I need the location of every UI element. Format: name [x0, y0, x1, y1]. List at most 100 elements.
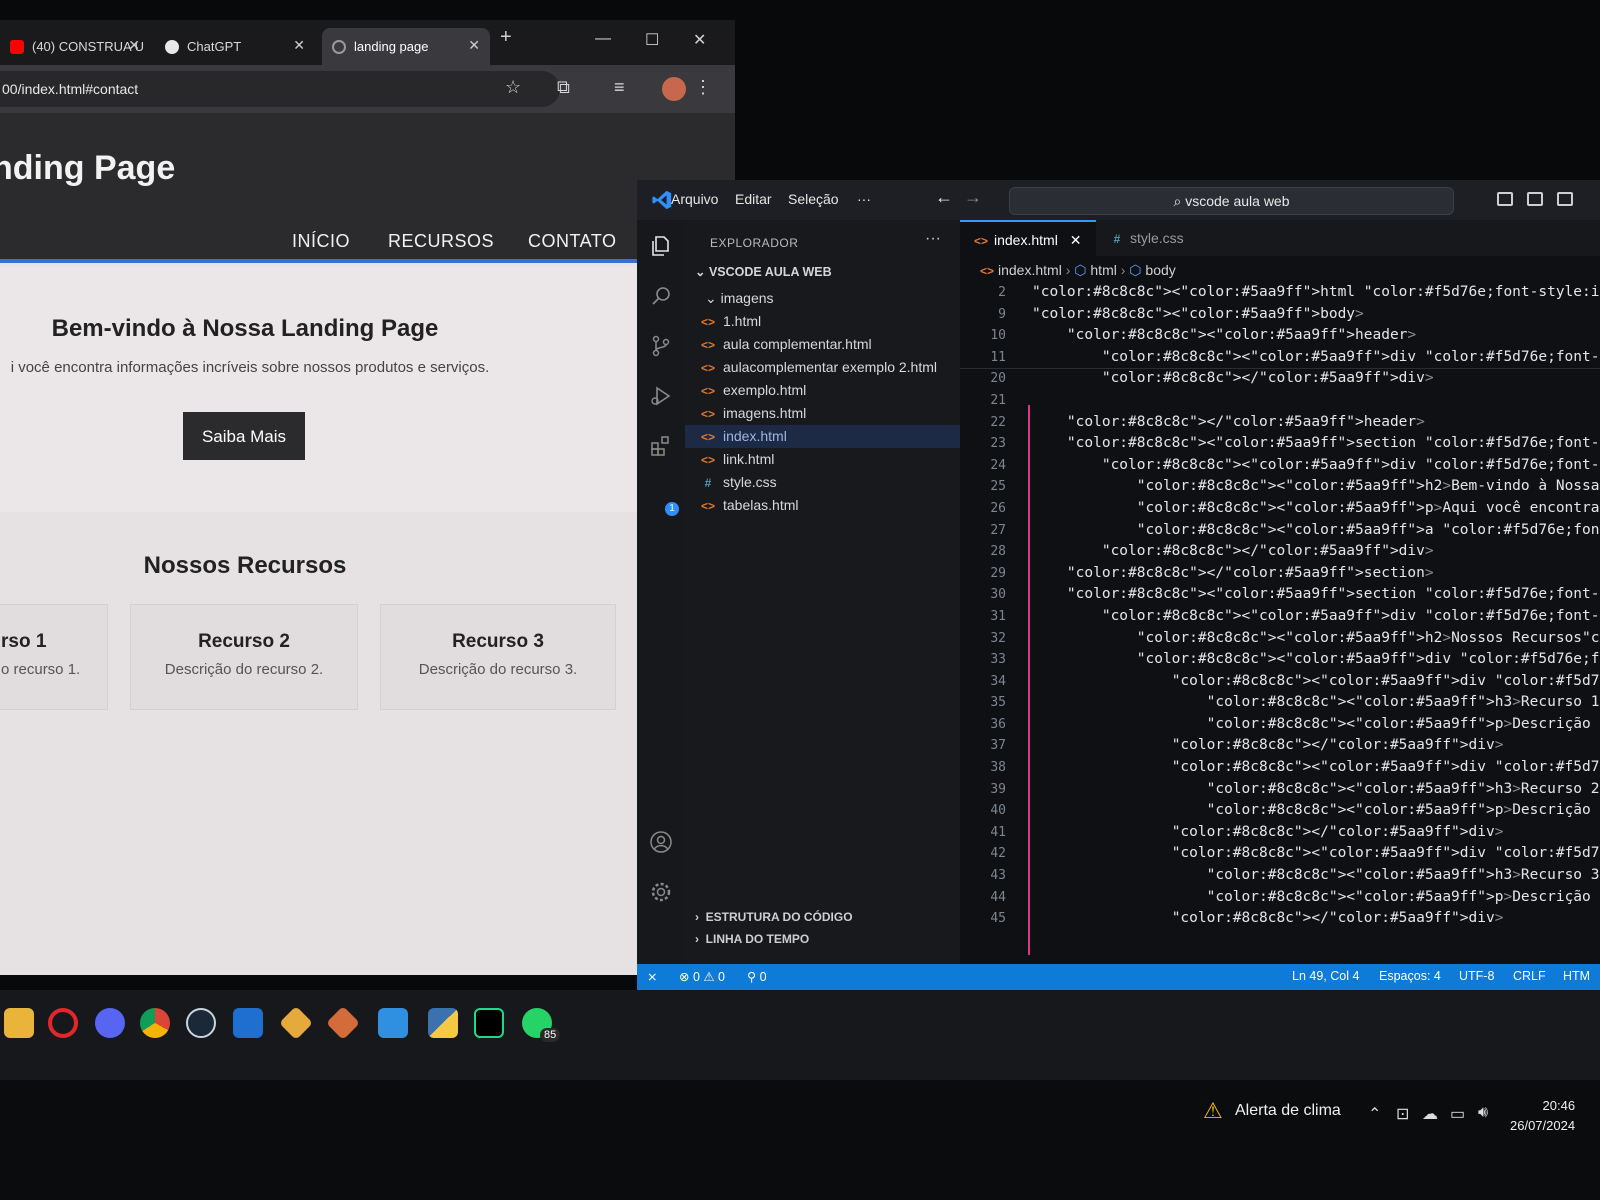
nav-link-contato[interactable]: CONTATO	[528, 231, 617, 252]
browser-menu-icon[interactable]: ⋮	[694, 77, 712, 98]
weather-alert[interactable]: Alerta de clima	[1235, 1102, 1341, 1120]
network-icon[interactable]: ▭	[1450, 1104, 1465, 1124]
code-view[interactable]: "color:#8c8c8c"><"color:#5aa9ff">html "c…	[1032, 282, 1600, 930]
code-line[interactable]: "color:#8c8c8c"><"color:#5aa9ff">h2>Bem-…	[1032, 476, 1600, 498]
nav-link-inicio[interactable]: INÍCIO	[292, 231, 350, 252]
explorer-files-icon[interactable]	[649, 234, 673, 258]
vscode-taskbar-icon[interactable]	[233, 1008, 263, 1038]
url-field[interactable]: 00/index.html#contact	[0, 71, 560, 107]
pycharm-icon[interactable]	[474, 1008, 504, 1038]
close-tab-icon[interactable]: ✕	[293, 37, 305, 54]
source-control-icon[interactable]	[649, 334, 673, 358]
search-icon[interactable]	[649, 284, 673, 308]
chrome-icon[interactable]	[140, 1008, 170, 1038]
encoding-setting[interactable]: UTF-8	[1459, 969, 1494, 983]
code-line[interactable]: "color:#8c8c8c"></"color:#5aa9ff">div>	[1032, 541, 1600, 563]
extensions-icon[interactable]	[649, 434, 673, 458]
editor-tab-style-css[interactable]: # style.css	[1096, 220, 1226, 256]
explorer-more-icon[interactable]: ···	[925, 230, 941, 248]
tree-item-imagens-html[interactable]: <> imagens.html	[685, 402, 960, 425]
tree-item-1-html[interactable]: <> 1.html	[685, 310, 960, 333]
timeline-section-header[interactable]: › LINHA DO TEMPO	[695, 932, 809, 946]
browser-tab-chatgpt[interactable]: ChatGPT ✕	[155, 28, 315, 65]
menu-selecao[interactable]: Seleção	[788, 191, 839, 207]
code-line[interactable]: "color:#8c8c8c"><"color:#5aa9ff">h3>Recu…	[1032, 779, 1600, 801]
tree-item-index-html[interactable]: <> index.html	[685, 425, 960, 448]
tree-item-tabelas[interactable]: <> tabelas.html	[685, 494, 960, 517]
code-line[interactable]: "color:#8c8c8c"><"color:#5aa9ff">html "c…	[1032, 282, 1600, 304]
profile-avatar[interactable]	[662, 77, 686, 101]
menu-editar[interactable]: Editar	[735, 191, 772, 207]
tree-item-aula-complementar[interactable]: <> aula complementar.html	[685, 333, 960, 356]
breadcrumb-file[interactable]: index.html	[998, 262, 1062, 278]
tree-item-style-css[interactable]: # style.css	[685, 471, 960, 494]
code-line[interactable]: "color:#8c8c8c"></"color:#5aa9ff">div>	[1032, 368, 1600, 390]
media-queue-icon[interactable]: ≡	[614, 77, 625, 98]
cursor-position[interactable]: Ln 49, Col 4	[1292, 969, 1359, 983]
code-line[interactable]: "color:#8c8c8c"></"color:#5aa9ff">div>	[1032, 908, 1600, 930]
git-tool-2-icon[interactable]	[326, 1006, 360, 1040]
indentation-setting[interactable]: Espaços: 4	[1379, 969, 1441, 983]
opera-browser-icon[interactable]	[48, 1008, 78, 1038]
code-line[interactable]: "color:#8c8c8c"><"color:#5aa9ff">h3>Recu…	[1032, 692, 1600, 714]
outline-section-header[interactable]: › ESTRUTURA DO CÓDIGO	[695, 910, 853, 924]
remote-indicator-icon[interactable]: ⨯	[647, 969, 657, 984]
close-tab-icon[interactable]: ✕	[128, 37, 140, 54]
ports-indicator[interactable]: ⚲ 0	[747, 969, 767, 984]
code-line[interactable]: "color:#8c8c8c"><"color:#5aa9ff">header>	[1032, 325, 1600, 347]
close-tab-icon[interactable]: ✕	[468, 37, 480, 54]
code-line[interactable]: "color:#8c8c8c"><"color:#5aa9ff">div "co…	[1032, 347, 1600, 369]
code-line[interactable]: "color:#8c8c8c"><"color:#5aa9ff">p>Descr…	[1032, 887, 1600, 909]
bookmark-star-icon[interactable]: ☆	[505, 77, 521, 98]
steam-icon[interactable]	[186, 1008, 216, 1038]
extensions-icon[interactable]: ⧉	[557, 77, 570, 98]
code-line[interactable]: "color:#8c8c8c"><"color:#5aa9ff">div "co…	[1032, 606, 1600, 628]
code-line[interactable]: "color:#8c8c8c"><"color:#5aa9ff">div "co…	[1032, 671, 1600, 693]
forward-arrow-icon[interactable]: →	[964, 187, 982, 208]
toggle-panel-icon[interactable]	[1527, 192, 1543, 206]
minimize-icon[interactable]: —	[595, 30, 611, 48]
close-tab-icon[interactable]: ✕	[1070, 232, 1082, 248]
maximize-icon[interactable]: ☐	[645, 30, 659, 50]
breadcrumb-body[interactable]: body	[1145, 262, 1175, 278]
code-line[interactable]: "color:#8c8c8c"><"color:#5aa9ff">h3>Recu…	[1032, 865, 1600, 887]
code-line[interactable]: "color:#8c8c8c"><"color:#5aa9ff">div "co…	[1032, 843, 1600, 865]
browser-tab-landing-page[interactable]: landing page ✕	[322, 28, 490, 65]
breadcrumb-html[interactable]: html	[1090, 262, 1116, 278]
volume-icon[interactable]: 🔊︎	[1478, 1104, 1488, 1122]
code-line[interactable]: "color:#8c8c8c"></"color:#5aa9ff">div>	[1032, 822, 1600, 844]
gear-icon[interactable]	[649, 880, 673, 904]
mail-icon[interactable]	[378, 1008, 408, 1038]
new-tab-button[interactable]: +	[500, 26, 512, 49]
run-debug-icon[interactable]	[649, 384, 673, 408]
code-line[interactable]: "color:#8c8c8c"><"color:#5aa9ff">section…	[1032, 433, 1600, 455]
chevron-up-icon[interactable]: ⌃	[1368, 1104, 1381, 1124]
code-line[interactable]: "color:#8c8c8c"><"color:#5aa9ff">p>Descr…	[1032, 800, 1600, 822]
workspace-folder-header[interactable]: ⌄ VSCODE AULA WEB	[695, 264, 832, 279]
code-line[interactable]: "color:#8c8c8c"><"color:#5aa9ff">div "co…	[1032, 757, 1600, 779]
code-line[interactable]: "color:#8c8c8c"><"color:#5aa9ff">div "co…	[1032, 455, 1600, 477]
code-line[interactable]: "color:#8c8c8c"><"color:#5aa9ff">div "co…	[1032, 649, 1600, 671]
code-line[interactable]: "color:#8c8c8c"></"color:#5aa9ff">header…	[1032, 412, 1600, 434]
tree-item-link[interactable]: <> link.html	[685, 448, 960, 471]
tree-item-aulacomplementar-exemplo-2[interactable]: <> aulacomplementar exemplo 2.html	[685, 356, 960, 379]
code-line[interactable]: "color:#8c8c8c"><"color:#5aa9ff">a "colo…	[1032, 520, 1600, 542]
code-line[interactable]: "color:#8c8c8c"><"color:#5aa9ff">p>Descr…	[1032, 714, 1600, 736]
account-icon[interactable]	[649, 830, 673, 854]
usb-icon[interactable]: ⊡	[1396, 1104, 1409, 1124]
browser-tab-youtube[interactable]: (40) CONSTRUA U ✕	[0, 28, 150, 65]
saiba-mais-button[interactable]: Saiba Mais	[183, 412, 305, 460]
onedrive-icon[interactable]: ☁	[1422, 1104, 1438, 1124]
code-line[interactable]: "color:#8c8c8c"><"color:#5aa9ff">body>	[1032, 304, 1600, 326]
clock[interactable]: 20:46 26/07/2024	[1510, 1096, 1575, 1136]
nav-link-recursos[interactable]: RECURSOS	[388, 231, 494, 252]
back-arrow-icon[interactable]: ←	[935, 187, 953, 208]
menu-arquivo[interactable]: Arquivo	[671, 191, 718, 207]
file-explorer-icon[interactable]	[4, 1008, 34, 1038]
editor-tab-index-html[interactable]: <> index.html ✕	[960, 220, 1096, 256]
code-line[interactable]: "color:#8c8c8c"><"color:#5aa9ff">p>Aqui …	[1032, 498, 1600, 520]
menu-more[interactable]: ···	[857, 191, 871, 207]
tree-item-exemplo[interactable]: <> exemplo.html	[685, 379, 960, 402]
toggle-sidebar-icon[interactable]	[1497, 192, 1513, 206]
python-icon[interactable]	[428, 1008, 458, 1038]
